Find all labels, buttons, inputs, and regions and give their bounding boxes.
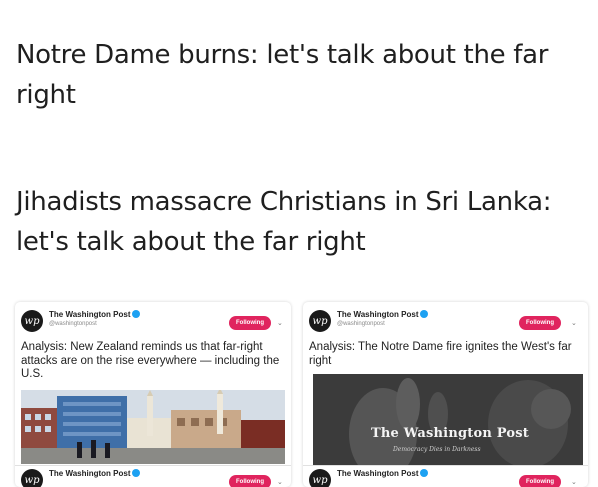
meme-headline-1: Notre Dame burns: let's talk about the f… [16,40,549,110]
verified-badge-icon [420,309,429,318]
washington-post-logo-icon: wp [21,469,43,487]
following-button[interactable]: Following [519,316,561,330]
following-button[interactable]: Following [229,316,271,330]
chevron-down-icon[interactable]: ⌄ [277,478,283,486]
tweet-text: Analysis: The Notre Dame fire ignites th… [309,341,572,367]
meme-headline-2: Jihadists massacre Christians in Sri Lan… [16,187,552,257]
tweet-header: wp The Washington Post @washingtonpost F… [309,308,588,334]
tweet-text: Analysis: New Zealand reminds us that fa… [21,341,280,380]
tweet-photo-wapo-card[interactable]: The Washington Post Democracy Dies in Da… [313,374,583,466]
chevron-down-icon[interactable]: ⌄ [277,319,283,327]
tweet-divider [303,465,588,466]
tweet-header: wp The Washington Post @washingtonpost F… [21,308,291,334]
account-name: The Washington Post [337,468,429,478]
verified-badge-icon [132,309,141,318]
washington-post-logo-icon: wp [21,310,43,332]
washington-post-logo-icon: wp [309,469,331,487]
image-tagline: Democracy Dies in Darkness [393,446,481,453]
account-handle: @washingtonpost [337,321,385,327]
verified-badge-icon [132,468,141,477]
next-tweet-header: wp The Washington Post Following ⌄ [21,467,291,487]
chevron-down-icon[interactable]: ⌄ [571,319,577,327]
tweet-divider [15,465,291,466]
washington-post-logo-icon: wp [309,310,331,332]
mosque-photo-illustration [21,390,285,464]
tweet-photo-mosque[interactable] [21,390,285,464]
chevron-down-icon[interactable]: ⌄ [571,478,577,486]
verified-badge-icon [420,468,429,477]
account-name: The Washington Post [49,468,141,478]
account-name: The Washington Post [49,309,141,319]
tweet-card-notre-dame: wp The Washington Post @washingtonpost F… [303,302,588,487]
following-button[interactable]: Following [229,475,271,487]
tweet-card-new-zealand: wp The Washington Post @washingtonpost F… [15,302,291,487]
account-handle: @washingtonpost [49,321,97,327]
next-tweet-header: wp The Washington Post Following ⌄ [309,467,588,487]
image-masthead: The Washington Post [371,426,529,441]
following-button[interactable]: Following [519,475,561,487]
account-name: The Washington Post [337,309,429,319]
